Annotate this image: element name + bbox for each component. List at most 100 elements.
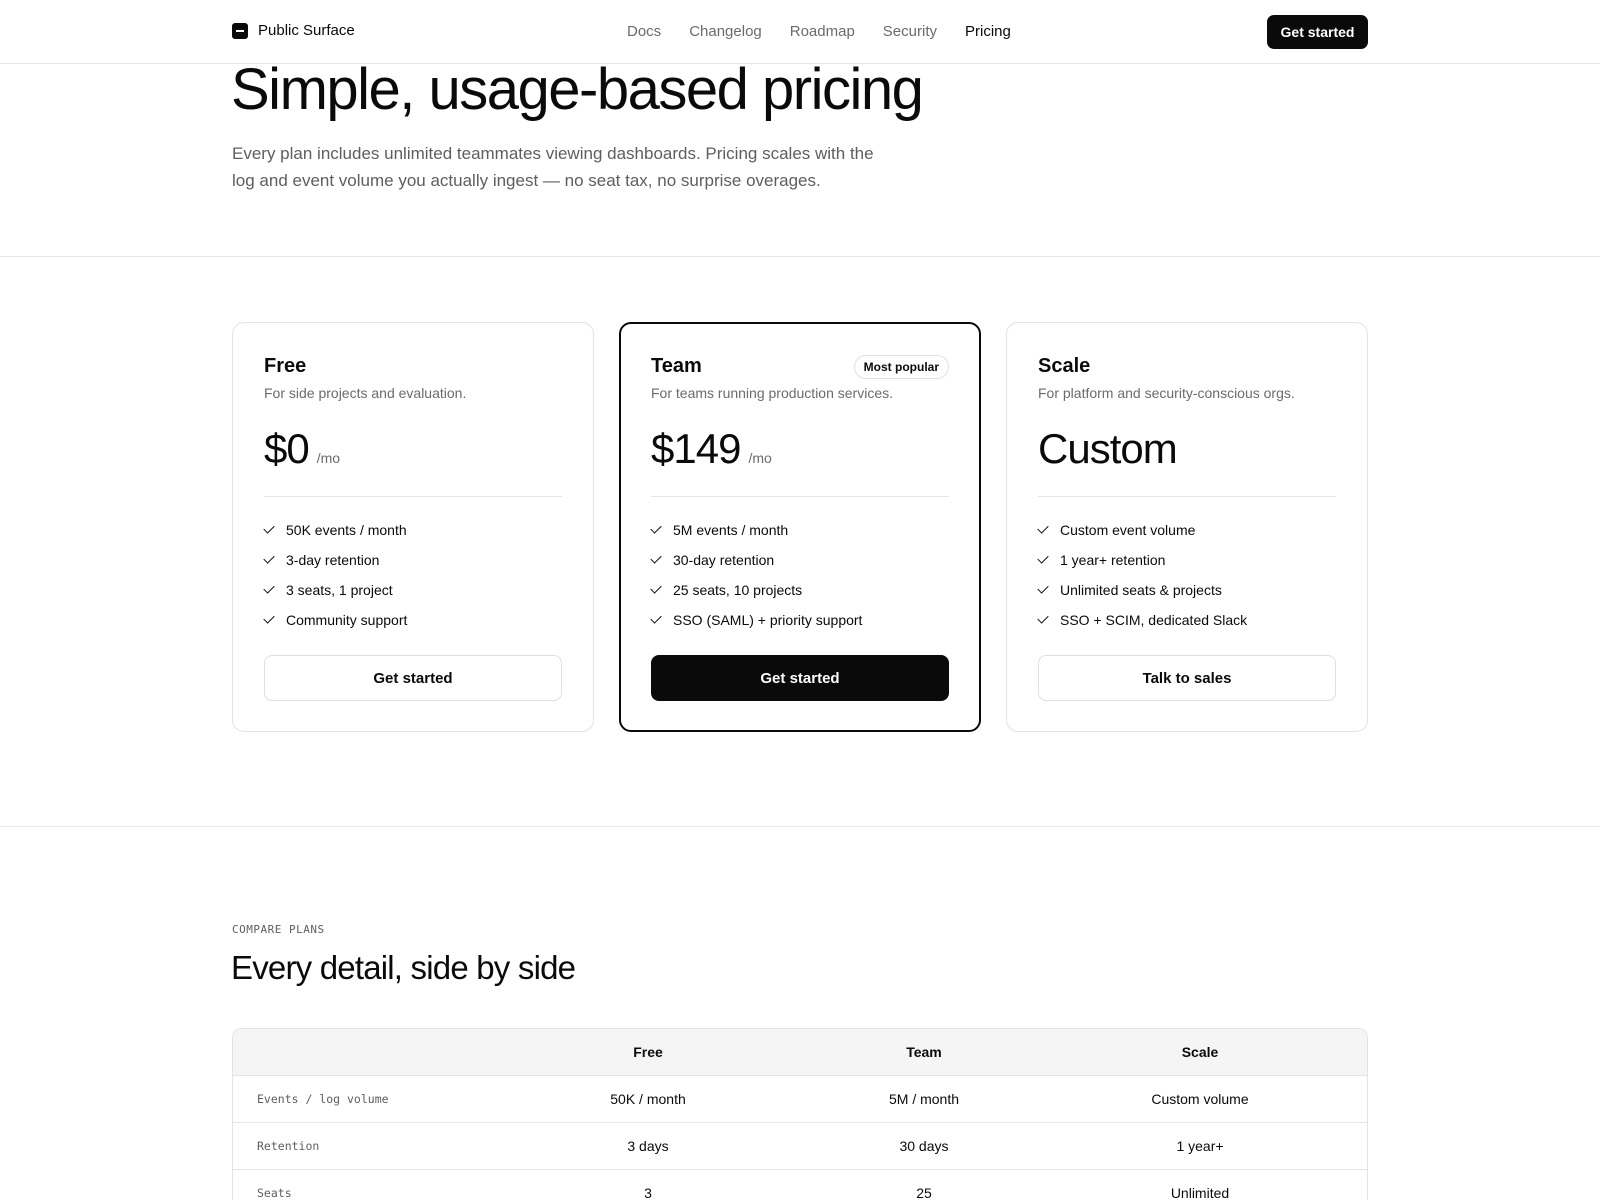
section-divider xyxy=(0,826,1600,827)
nav-link-docs[interactable]: Docs xyxy=(627,23,661,40)
compare-table: Free Team Scale Events / log volume 50K … xyxy=(232,1028,1368,1200)
plan-divider xyxy=(1038,496,1336,497)
top-nav: Public Surface Docs Changelog Roadmap Se… xyxy=(0,0,1600,64)
check-icon xyxy=(650,612,662,624)
feature-text: Custom event volume xyxy=(1060,522,1196,538)
plan-price-row: Custom xyxy=(1038,424,1336,474)
free-get-started-button[interactable]: Get started xyxy=(264,655,562,701)
feature-item: SSO (SAML) + priority support xyxy=(650,611,949,629)
table-row: Retention 3 days 30 days 1 year+ xyxy=(233,1123,1367,1170)
feature-text: SSO (SAML) + priority support xyxy=(673,612,863,628)
feature-item: Community support xyxy=(263,611,562,629)
row-label: Seats xyxy=(257,1186,292,1200)
plan-features: 5M events / month 30-day retention 25 se… xyxy=(650,521,949,629)
plan-price: $149 xyxy=(651,425,741,472)
table-cell: 3 xyxy=(644,1185,652,1200)
check-icon xyxy=(1037,552,1049,564)
plan-divider xyxy=(264,496,562,497)
feature-text: 1 year+ retention xyxy=(1060,552,1166,568)
feature-item: 25 seats, 10 projects xyxy=(650,581,949,599)
compare-eyebrow: COMPARE PLANS xyxy=(232,923,325,936)
check-icon xyxy=(263,552,275,564)
plan-price-row: $149 /mo xyxy=(651,424,949,474)
feature-item: 30-day retention xyxy=(650,551,949,569)
plan-description: For platform and security-conscious orgs… xyxy=(1038,385,1295,401)
table-header-free: Free xyxy=(633,1044,663,1060)
plan-card-team: Team Most popular For teams running prod… xyxy=(619,322,981,732)
plan-divider xyxy=(651,496,949,497)
plan-period: /mo xyxy=(748,450,772,466)
check-icon xyxy=(1037,612,1049,624)
plan-features: 50K events / month 3-day retention 3 sea… xyxy=(263,521,562,629)
plan-features: Custom event volume 1 year+ retention Un… xyxy=(1037,521,1336,629)
table-row: Events / log volume 50K / month 5M / mon… xyxy=(233,1076,1367,1123)
feature-item: Unlimited seats & projects xyxy=(1037,581,1336,599)
feature-item: 3-day retention xyxy=(263,551,562,569)
check-icon xyxy=(263,612,275,624)
plan-price-row: $0 /mo xyxy=(264,424,562,474)
row-label: Events / log volume xyxy=(257,1092,389,1106)
table-header-cell xyxy=(233,1029,510,1075)
nav-link-pricing[interactable]: Pricing xyxy=(965,23,1011,40)
feature-text: 50K events / month xyxy=(286,522,407,538)
check-icon xyxy=(263,522,275,534)
plan-card-free: Free For side projects and evaluation. $… xyxy=(232,322,594,732)
feature-text: Community support xyxy=(286,612,408,628)
feature-text: SSO + SCIM, dedicated Slack xyxy=(1060,612,1248,628)
feature-text: 3-day retention xyxy=(286,552,380,568)
plan-card-scale: Scale For platform and security-consciou… xyxy=(1006,322,1368,732)
compare-title: Every detail, side by side xyxy=(231,949,576,986)
talk-to-sales-button[interactable]: Talk to sales xyxy=(1038,655,1336,701)
table-header-scale: Scale xyxy=(1181,1044,1219,1060)
feature-text: 25 seats, 10 projects xyxy=(673,582,803,598)
row-label: Retention xyxy=(257,1139,320,1153)
feature-item: 50K events / month xyxy=(263,521,562,539)
section-divider xyxy=(0,256,1600,257)
table-header: Free Team Scale xyxy=(233,1029,1367,1076)
check-icon xyxy=(1037,522,1049,534)
table-cell: 30 days xyxy=(899,1138,949,1154)
table-cell: 3 days xyxy=(627,1138,669,1154)
table-row: Seats 3 25 Unlimited xyxy=(233,1170,1367,1200)
plan-price: $0 xyxy=(264,425,310,472)
check-icon xyxy=(650,582,662,594)
nav-links: Docs Changelog Roadmap Security Pricing xyxy=(627,23,1011,40)
check-icon xyxy=(650,552,662,564)
table-header-team: Team xyxy=(906,1044,942,1060)
get-started-button[interactable]: Get started xyxy=(1267,15,1368,49)
feature-item: SSO + SCIM, dedicated Slack xyxy=(1037,611,1336,629)
table-cell: 5M / month xyxy=(888,1091,960,1107)
most-popular-badge: Most popular xyxy=(853,355,949,379)
nav-link-changelog[interactable]: Changelog xyxy=(689,23,762,40)
table-cell: 25 xyxy=(916,1185,932,1200)
feature-text: Unlimited seats & projects xyxy=(1060,582,1222,598)
table-cell: Custom volume xyxy=(1151,1091,1249,1107)
table-cell: Unlimited xyxy=(1170,1185,1230,1200)
nav-link-roadmap[interactable]: Roadmap xyxy=(790,23,855,40)
check-icon xyxy=(263,582,275,594)
nav-link-security[interactable]: Security xyxy=(883,23,937,40)
feature-item: 1 year+ retention xyxy=(1037,551,1336,569)
brand-name: Public Surface xyxy=(258,22,355,39)
plan-description: For teams running production services. xyxy=(651,385,893,401)
plan-name: Scale xyxy=(1038,355,1091,377)
plan-period: /mo xyxy=(316,450,341,466)
feature-text: 3 seats, 1 project xyxy=(286,582,393,598)
plan-name: Free xyxy=(264,355,307,377)
feature-item: Custom event volume xyxy=(1037,521,1336,539)
table-cell: 50K / month xyxy=(610,1091,686,1107)
feature-text: 5M events / month xyxy=(673,522,789,538)
check-icon xyxy=(1037,582,1049,594)
feature-item: 3 seats, 1 project xyxy=(263,581,562,599)
table-cell: 1 year+ xyxy=(1176,1138,1224,1154)
plan-description: For side projects and evaluation. xyxy=(264,385,467,401)
team-get-started-button[interactable]: Get started xyxy=(651,655,949,701)
logo-icon xyxy=(232,22,248,39)
check-icon xyxy=(650,522,662,534)
brand-logo[interactable]: Public Surface xyxy=(232,22,355,39)
feature-item: 5M events / month xyxy=(650,521,949,539)
plan-price: Custom xyxy=(1038,425,1178,472)
page-title: Simple, usage-based pricing xyxy=(231,57,924,122)
page-subtitle: Every plan includes unlimited teammates … xyxy=(232,144,874,190)
feature-text: 30-day retention xyxy=(673,552,775,568)
